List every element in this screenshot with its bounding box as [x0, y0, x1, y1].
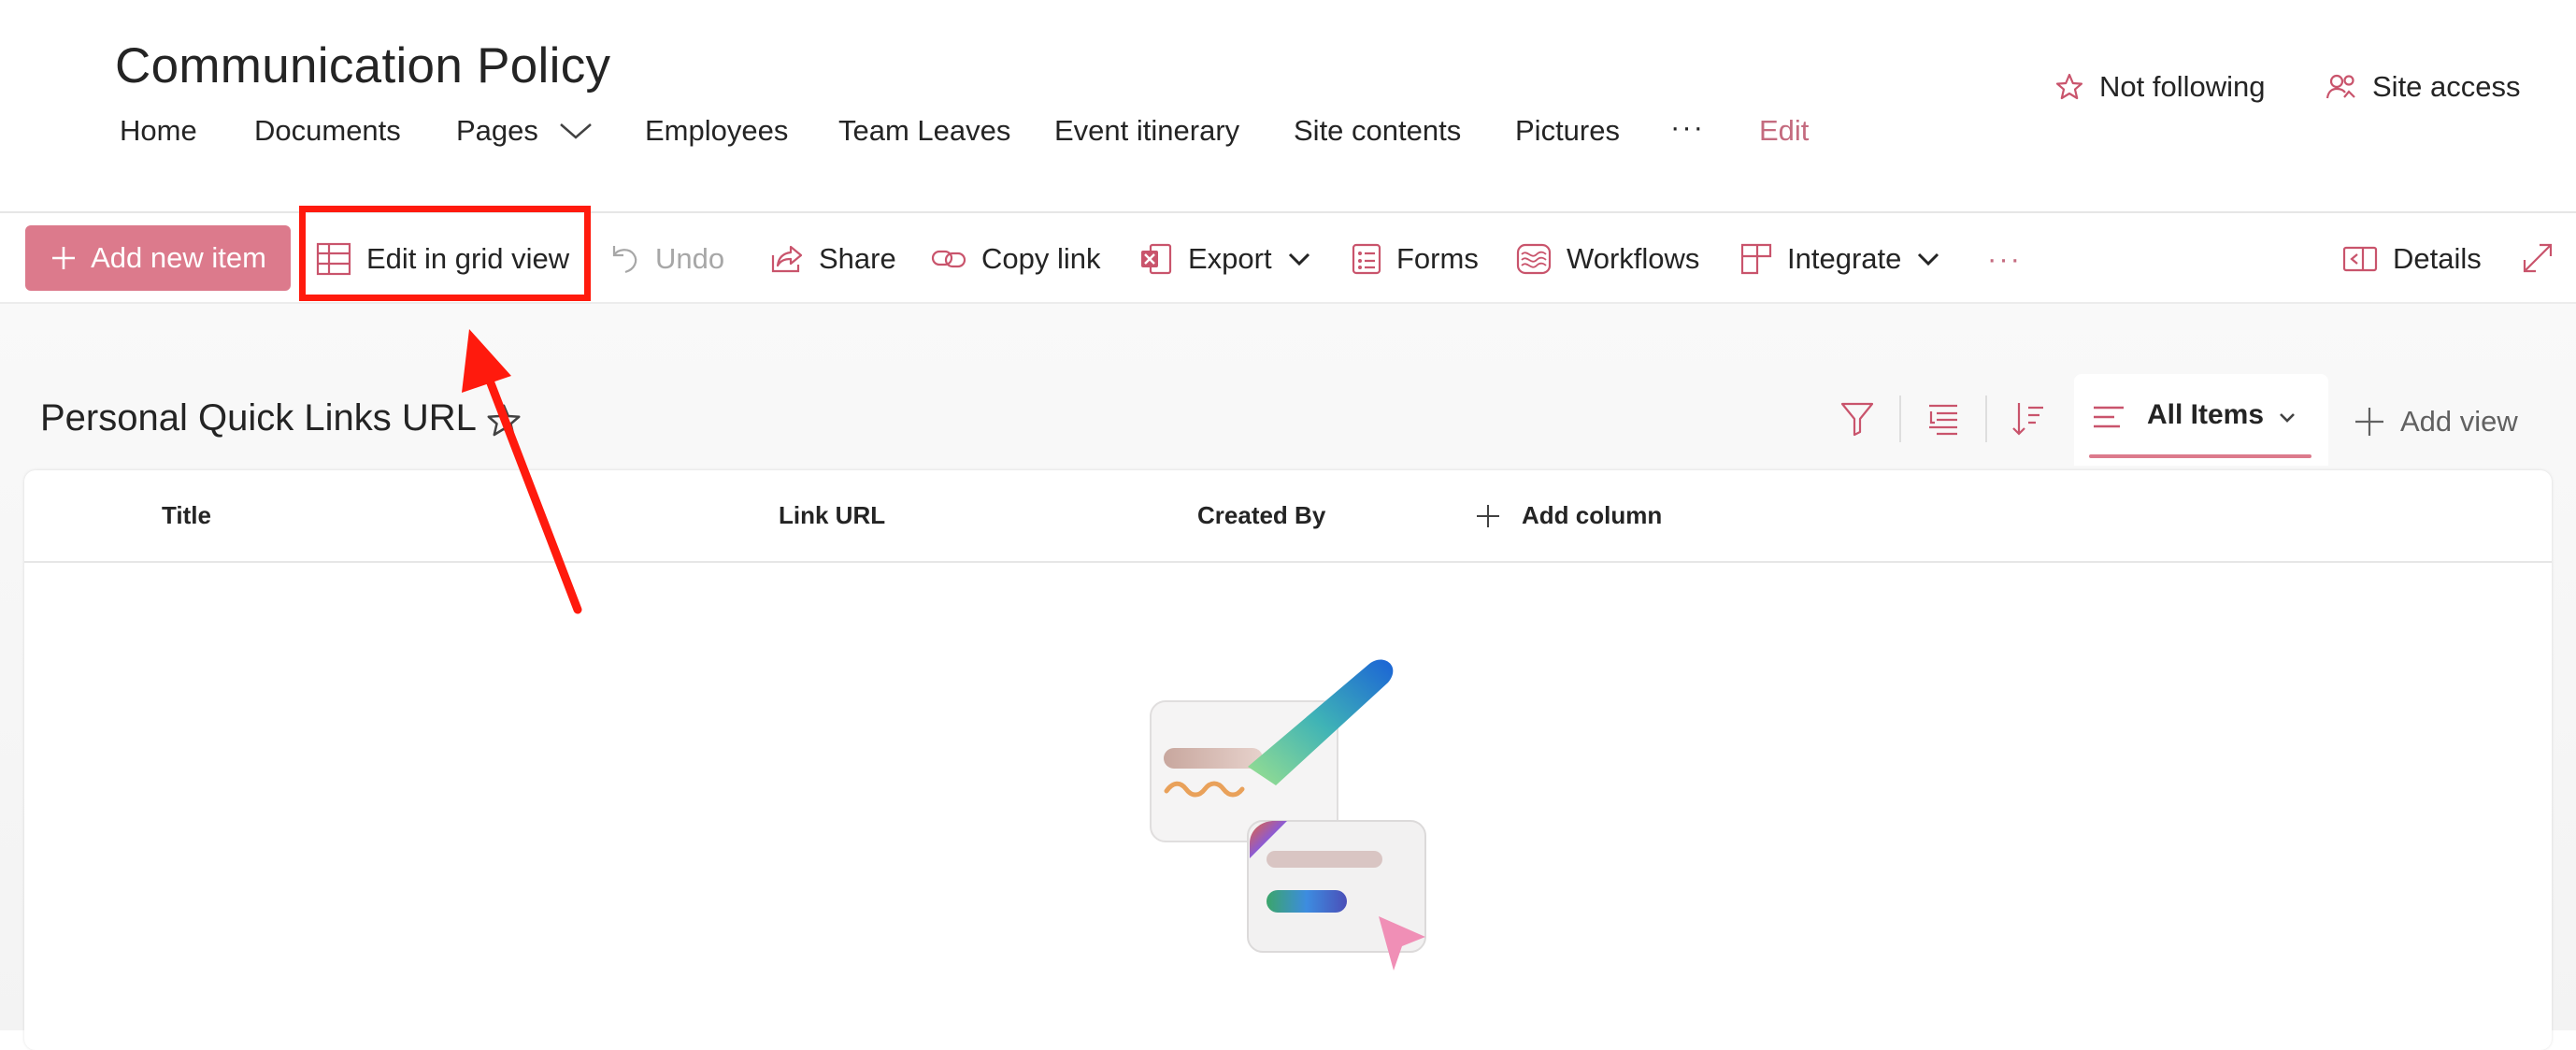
- add-new-item-button[interactable]: Add new item: [25, 225, 291, 291]
- integrate-label: Integrate: [1787, 242, 1902, 275]
- filter-icon[interactable]: [1839, 400, 1875, 438]
- forms-button[interactable]: Forms: [1352, 237, 1479, 280]
- view-separator: [1985, 396, 1987, 442]
- plus-icon: [50, 244, 78, 272]
- undo-button[interactable]: Undo: [610, 237, 724, 280]
- integrate-icon: [1740, 243, 1772, 275]
- nav-pages-label: Pages: [456, 114, 538, 147]
- undo-label: Undo: [655, 242, 725, 275]
- details-label: Details: [2393, 242, 2482, 275]
- share-button[interactable]: Share: [770, 237, 896, 280]
- workflows-button[interactable]: Workflows: [1516, 237, 1699, 280]
- add-view-label: Add view: [2400, 405, 2518, 438]
- share-label: Share: [819, 242, 896, 275]
- column-header-created-by[interactable]: Created By: [1197, 501, 1325, 530]
- export-label: Export: [1188, 242, 1272, 275]
- copy-link-label: Copy link: [981, 242, 1101, 275]
- workflows-label: Workflows: [1567, 242, 1700, 275]
- site-access-label: Site access: [2372, 70, 2521, 103]
- view-selected-underline: [2089, 454, 2311, 458]
- plus-icon: [2354, 406, 2385, 438]
- nav-edit-link[interactable]: Edit: [1759, 114, 1809, 148]
- add-new-item-label: Add new item: [91, 241, 266, 274]
- favorite-star-icon[interactable]: [485, 402, 522, 439]
- follow-button[interactable]: Not following: [2054, 65, 2265, 108]
- nav-site-contents[interactable]: Site contents: [1294, 114, 1461, 148]
- nav-more-button[interactable]: ···: [1670, 110, 1705, 144]
- people-icon: [2326, 72, 2357, 102]
- follow-label: Not following: [2099, 70, 2266, 103]
- link-icon: [931, 247, 966, 271]
- more-commands-button[interactable]: ···: [1987, 237, 2022, 280]
- column-header-link-url[interactable]: Link URL: [779, 501, 885, 530]
- undo-icon: [610, 243, 640, 275]
- workflow-icon: [1516, 243, 1552, 275]
- highlight-box: [299, 206, 591, 301]
- sort-icon[interactable]: [2011, 400, 2045, 438]
- chevron-down-icon: [559, 122, 593, 140]
- nav-documents[interactable]: Documents: [254, 114, 401, 148]
- details-pane-icon: [2342, 245, 2378, 273]
- excel-icon: [1139, 242, 1173, 276]
- view-separator: [1899, 396, 1901, 442]
- nav-pages[interactable]: Pages: [456, 114, 593, 148]
- nav-pictures[interactable]: Pictures: [1515, 114, 1620, 148]
- chevron-down-icon: [2278, 411, 2297, 424]
- export-button[interactable]: Export: [1139, 237, 1311, 280]
- nav-event-itinerary[interactable]: Event itinerary: [1054, 114, 1239, 148]
- chevron-down-icon: [1916, 251, 1940, 267]
- list-title: Personal Quick Links URL: [40, 397, 477, 439]
- nav-team-leaves[interactable]: Team Leaves: [838, 114, 1010, 148]
- header-divider: [24, 561, 2552, 563]
- copy-link-button[interactable]: Copy link: [931, 237, 1101, 280]
- site-access-button[interactable]: Site access: [2326, 65, 2521, 108]
- expand-icon[interactable]: [2521, 241, 2555, 275]
- share-icon: [770, 244, 804, 274]
- nav-employees[interactable]: Employees: [645, 114, 788, 148]
- forms-label: Forms: [1396, 242, 1479, 275]
- column-header-title[interactable]: Title: [162, 501, 211, 530]
- nav-home[interactable]: Home: [120, 114, 197, 148]
- site-title[interactable]: Communication Policy: [115, 37, 610, 94]
- star-icon: [2054, 72, 2084, 102]
- add-column-label: Add column: [1522, 501, 1663, 529]
- details-button[interactable]: Details: [2342, 237, 2482, 280]
- empty-list-illustration: [1136, 645, 1444, 982]
- plus-icon: [1475, 503, 1501, 529]
- add-column-button[interactable]: Add column: [1475, 501, 1662, 530]
- view-name: All Items: [2147, 399, 2265, 430]
- integrate-button[interactable]: Integrate: [1740, 237, 1940, 280]
- add-view-button[interactable]: Add view: [2354, 400, 2518, 443]
- form-icon: [1352, 243, 1381, 275]
- chevron-down-icon: [1287, 251, 1311, 267]
- view-list-icon: [2092, 404, 2125, 432]
- group-by-icon[interactable]: [1927, 400, 1959, 438]
